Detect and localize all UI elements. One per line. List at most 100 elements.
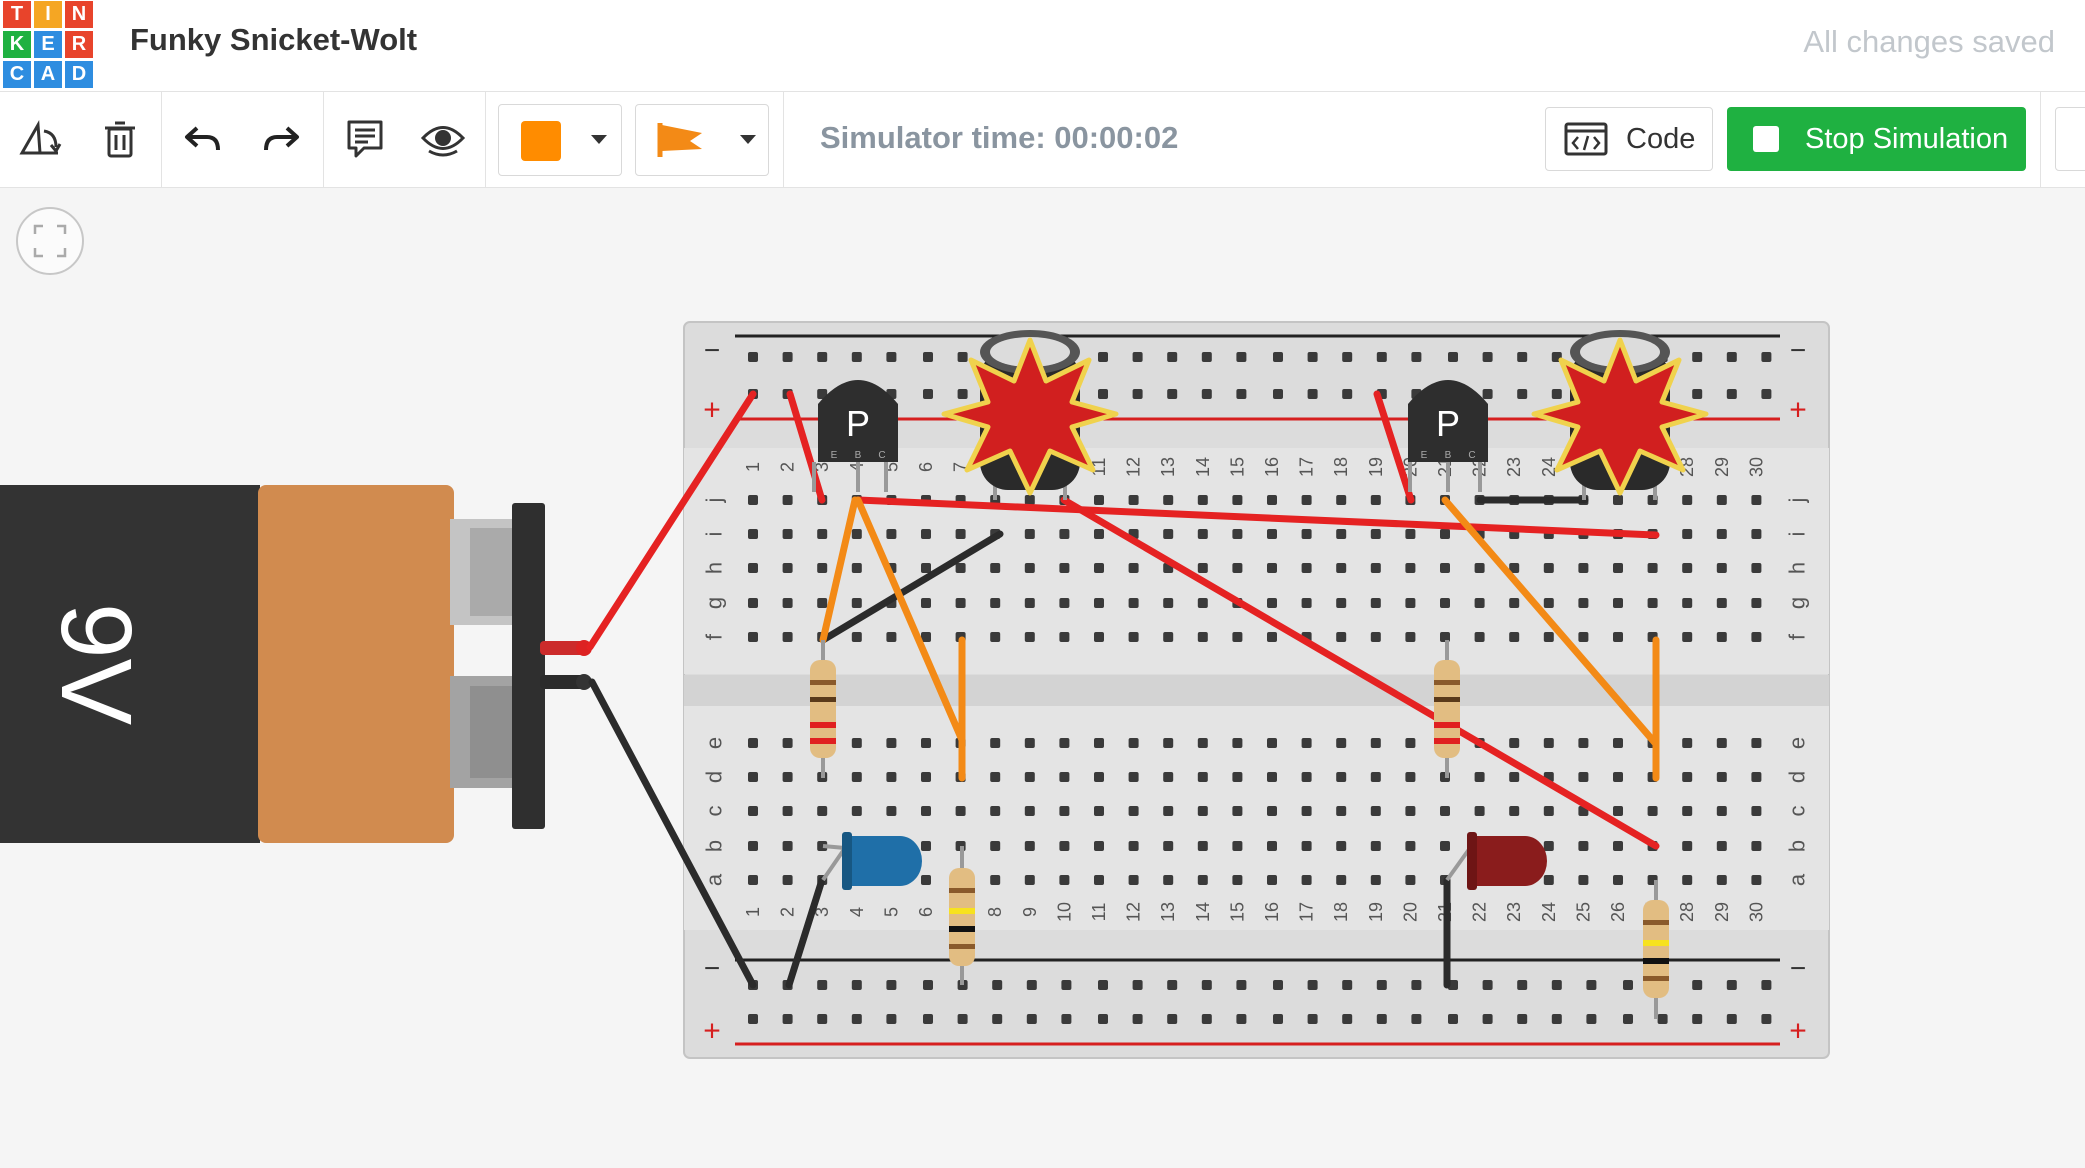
breadboard-hole[interactable] [1197,806,1208,816]
breadboard-hole[interactable] [886,806,897,816]
breadboard-hole[interactable] [921,563,931,573]
breadboard-hole[interactable] [1059,632,1070,642]
breadboard-hole[interactable] [851,1014,862,1024]
breadboard-hole[interactable] [782,841,793,851]
breadboard-hole[interactable] [1613,738,1623,748]
breadboard-hole[interactable] [1336,738,1347,748]
breadboard-hole[interactable] [1482,1014,1493,1024]
breadboard-hole[interactable] [1440,563,1450,573]
breadboard-hole[interactable] [1613,806,1623,816]
breadboard-hole[interactable] [1336,598,1347,608]
breadboard-hole[interactable] [1197,495,1208,505]
breadboard-hole[interactable] [1474,806,1485,816]
breadboard-hole[interactable] [886,772,897,782]
breadboard-hole[interactable] [1273,389,1283,399]
breadboard-hole[interactable] [748,632,758,642]
breadboard-hole[interactable] [1405,841,1416,851]
breadboard-hole[interactable] [782,806,793,816]
breadboard-hole[interactable] [886,529,897,539]
breadboard-hole[interactable] [1751,563,1762,573]
breadboard-hole[interactable] [1716,841,1727,851]
breadboard-hole[interactable] [1613,841,1623,851]
breadboard-hole[interactable] [851,352,862,362]
breadboard-hole[interactable] [1509,806,1520,816]
breadboard-hole[interactable] [1059,806,1070,816]
breadboard-hole[interactable] [1163,841,1174,851]
breadboard-hole[interactable] [1267,841,1277,851]
breadboard-hole[interactable] [990,772,1001,782]
breadboard-hole[interactable] [817,352,828,362]
breadboard-hole[interactable] [1613,875,1623,885]
breadboard-hole[interactable] [1751,529,1762,539]
breadboard-hole[interactable] [1197,632,1208,642]
breadboard-hole[interactable] [1336,841,1347,851]
breadboard-hole[interactable] [1440,841,1450,851]
breadboard-hole[interactable] [748,738,758,748]
breadboard-hole[interactable] [1682,806,1693,816]
breadboard-hole[interactable] [1167,980,1178,990]
breadboard-hole[interactable] [1197,772,1208,782]
breadboard-hole[interactable] [1474,772,1485,782]
breadboard-hole[interactable] [990,632,1001,642]
breadboard-hole[interactable] [1682,738,1693,748]
breadboard-hole[interactable] [1578,598,1589,608]
breadboard-hole[interactable] [1336,495,1347,505]
breadboard-hole[interactable] [1024,806,1035,816]
breadboard-hole[interactable] [1232,632,1243,642]
breadboard-hole[interactable] [1376,352,1387,362]
breadboard-hole[interactable] [1128,806,1139,816]
breadboard-hole[interactable] [1201,980,1212,990]
breadboard-hole[interactable] [1059,841,1070,851]
breadboard-hole[interactable] [886,980,897,990]
breadboard-hole[interactable] [1342,352,1353,362]
breadboard-hole[interactable] [1201,389,1212,399]
breadboard-hole[interactable] [1647,563,1658,573]
breadboard-hole[interactable] [1509,632,1520,642]
breadboard-hole[interactable] [782,352,793,362]
breadboard-hole[interactable] [1751,495,1762,505]
breadboard-hole[interactable] [748,352,758,362]
breadboard-hole[interactable] [1273,1014,1283,1024]
breadboard-hole[interactable] [1474,563,1485,573]
battery-9v[interactable]: 9V [0,485,592,843]
breadboard-hole[interactable] [1405,563,1416,573]
breadboard-hole[interactable] [1543,875,1554,885]
breadboard-hole[interactable] [1059,875,1070,885]
breadboard-hole[interactable] [921,875,931,885]
breadboard-hole[interactable] [1128,598,1139,608]
breadboard-hole[interactable] [1236,1014,1247,1024]
breadboard-hole[interactable] [1440,598,1450,608]
breadboard-hole[interactable] [1370,841,1381,851]
breadboard-hole[interactable] [1307,1014,1318,1024]
breadboard-hole[interactable] [921,529,931,539]
breadboard-hole[interactable] [1405,738,1416,748]
breadboard-hole[interactable] [1336,772,1347,782]
breadboard-hole[interactable] [1201,352,1212,362]
breadboard-hole[interactable] [1232,772,1243,782]
breadboard-hole[interactable] [1301,563,1312,573]
breadboard-hole[interactable] [1613,598,1623,608]
breadboard-hole[interactable] [1128,738,1139,748]
breadboard-hole[interactable] [1167,389,1178,399]
breadboard-hole[interactable] [1716,772,1727,782]
breadboard-hole[interactable] [1197,598,1208,608]
breadboard-hole[interactable] [1370,495,1381,505]
breadboard-hole[interactable] [1716,806,1727,816]
breadboard-hole[interactable] [1301,738,1312,748]
breadboard-hole[interactable] [817,1014,828,1024]
breadboard-hole[interactable] [1163,875,1174,885]
breadboard-hole[interactable] [1726,980,1737,990]
breadboard-hole[interactable] [1197,738,1208,748]
breadboard-hole[interactable] [1098,1014,1108,1024]
breadboard-hole[interactable] [1132,389,1143,399]
breadboard-hole[interactable] [1197,529,1208,539]
breadboard-hole[interactable] [748,772,758,782]
breadboard-hole[interactable] [1578,563,1589,573]
breadboard-hole[interactable] [1094,563,1104,573]
breadboard-hole[interactable] [1201,1014,1212,1024]
breadboard-hole[interactable] [1751,772,1762,782]
breadboard-hole[interactable] [1682,841,1693,851]
breadboard-hole[interactable] [1128,632,1139,642]
breadboard-hole[interactable] [1026,1014,1037,1024]
breadboard-hole[interactable] [1761,389,1772,399]
